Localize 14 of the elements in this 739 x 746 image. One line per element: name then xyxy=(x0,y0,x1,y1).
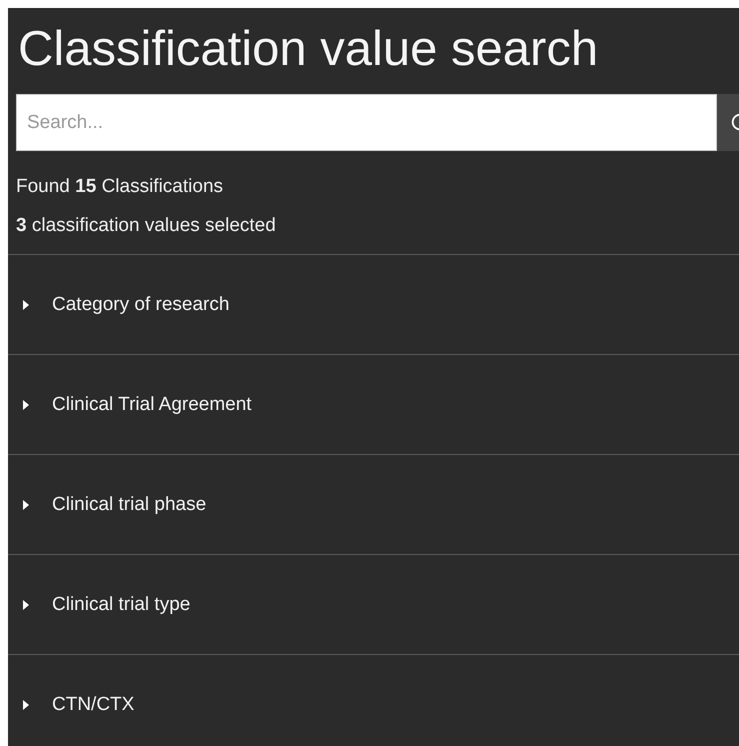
group-row[interactable]: Clinical trial phase xyxy=(8,454,739,554)
group-label: CTN/CTX xyxy=(52,694,134,716)
group-row[interactable]: Category of research xyxy=(8,254,739,354)
group-label: Clinical trial type xyxy=(52,594,190,616)
group-row[interactable]: Clinical Trial Agreement xyxy=(8,354,739,454)
group-label: Clinical trial phase xyxy=(52,494,206,516)
summary-text: Found 15 Classifications xyxy=(16,175,224,199)
page-title: Classification value search xyxy=(17,21,598,78)
group-label: Category of research xyxy=(52,294,230,316)
summary-text: 3 classification values selected xyxy=(16,214,276,238)
group-row[interactable]: CTN/CTX xyxy=(8,654,739,746)
group-row[interactable]: Clinical trial type xyxy=(8,554,739,654)
group-label: Clinical Trial Agreement xyxy=(52,394,252,416)
search-field[interactable]: Search... xyxy=(16,94,717,151)
